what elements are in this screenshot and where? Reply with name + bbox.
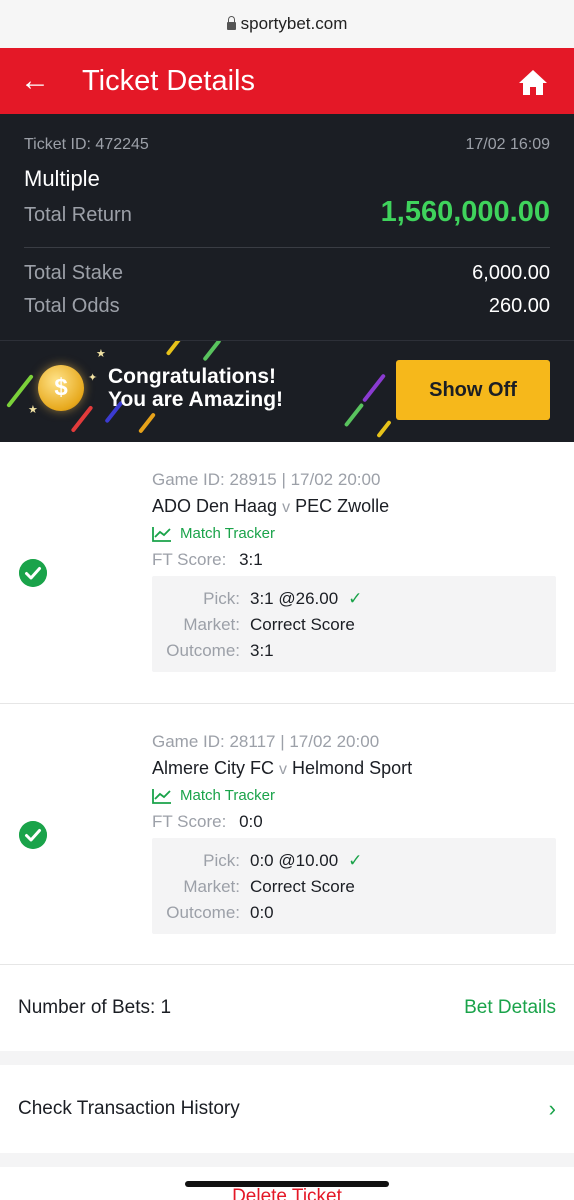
pick-label: Pick: <box>203 851 240 870</box>
show-off-button[interactable]: Show Off <box>396 360 550 420</box>
chart-line-icon <box>152 526 171 542</box>
match-tracker-label: Match Tracker <box>180 787 276 804</box>
ticket-id: Ticket ID: 472245 <box>24 136 149 153</box>
congrats-text: Congratulations! You are Amazing! <box>108 365 283 411</box>
outcome-value: 3:1 <box>250 641 274 660</box>
versus-label: v <box>279 761 288 778</box>
ticket-datetime: 17/02 16:09 <box>465 136 550 153</box>
check-mark-icon: ✓ <box>348 851 363 870</box>
transaction-history-label: Check Transaction History <box>18 1098 240 1119</box>
check-mark-icon: ✓ <box>348 589 363 608</box>
home-team: Almere City FC <box>152 758 275 778</box>
ft-score-value: 0:0 <box>239 812 263 831</box>
ft-score-label: FT Score: <box>152 812 227 831</box>
confetti-streak <box>138 412 156 434</box>
confetti-streak <box>343 402 365 428</box>
lock-icon <box>226 16 236 30</box>
check-circle-icon <box>19 821 47 849</box>
congrats-line-2: You are Amazing! <box>108 388 284 411</box>
outcome-label: Outcome: <box>166 903 240 922</box>
congrats-line-1: Congratulations! <box>108 365 276 388</box>
url-text: sportybet.com <box>240 14 348 33</box>
delete-ticket-button[interactable]: Delete Ticket <box>0 1186 574 1200</box>
market-row: Market: Correct Score <box>160 874 556 900</box>
pick-label: Pick: <box>203 589 240 608</box>
match-tracker-link[interactable]: Match Tracker <box>152 525 556 542</box>
ticket-summary: Ticket ID: 472245 17/02 16:09 Multiple T… <box>0 114 574 340</box>
outcome-label: Outcome: <box>166 641 240 660</box>
page-title: Ticket Details <box>82 64 255 97</box>
confetti-streak <box>361 373 387 403</box>
home-team: ADO Den Haag <box>152 496 278 516</box>
pick-value: 3:1 @26.00 <box>250 589 339 608</box>
page-header: ← Ticket Details <box>0 48 574 114</box>
ft-score-label: FT Score: <box>152 550 227 569</box>
sparkle-icon: ★ <box>28 404 38 416</box>
section-gap <box>0 1051 574 1065</box>
market-label: Market: <box>183 615 240 634</box>
total-return-label: Total Return <box>24 204 132 226</box>
home-indicator[interactable] <box>185 1181 389 1187</box>
ft-score-row: FT Score: 3:1 <box>152 550 556 570</box>
market-value: Correct Score <box>250 615 355 634</box>
chart-line-icon <box>152 788 171 804</box>
total-stake-value: 6,000.00 <box>472 262 550 284</box>
number-of-bets-row: Number of Bets: 1 Bet Details <box>0 965 574 1051</box>
pick-details: Pick: 0:0 @10.00 ✓ Market: Correct Score… <box>152 838 556 934</box>
section-gap <box>0 1153 574 1167</box>
versus-label: v <box>282 499 291 516</box>
bet-item: Game ID: 28915 | 17/02 20:00 ADO Den Haa… <box>0 442 574 703</box>
ticket-type: Multiple <box>24 166 100 191</box>
ft-score-value: 3:1 <box>239 550 263 569</box>
outcome-row: Outcome: 0:0 <box>160 900 556 926</box>
chevron-right-icon: › <box>548 1096 556 1121</box>
home-icon[interactable] <box>518 68 548 96</box>
pick-details: Pick: 3:1 @26.00 ✓ Market: Correct Score… <box>152 576 556 672</box>
total-stake-label: Total Stake <box>24 262 123 284</box>
total-odds-label: Total Odds <box>24 295 120 317</box>
away-team: PEC Zwolle <box>295 496 390 516</box>
confetti-streak <box>70 405 94 433</box>
pick-value: 0:0 @10.00 <box>250 851 339 870</box>
market-label: Market: <box>183 877 240 896</box>
ft-score-row: FT Score: 0:0 <box>152 812 556 832</box>
market-value: Correct Score <box>250 877 355 896</box>
confetti-streak <box>376 419 392 439</box>
sparkle-icon: ✦ <box>88 372 98 384</box>
game-id: Game ID: 28915 | 17/02 20:00 <box>152 470 381 489</box>
outcome-value: 0:0 <box>250 903 274 922</box>
bet-details-link[interactable]: Bet Details <box>464 997 556 1019</box>
game-id: Game ID: 28117 | 17/02 20:00 <box>152 732 380 751</box>
transaction-history-row[interactable]: Check Transaction History › <box>0 1065 574 1153</box>
back-arrow-icon[interactable]: ← <box>20 66 64 96</box>
check-circle-icon <box>19 559 47 587</box>
total-return-value: 1,560,000.00 <box>380 196 550 228</box>
match-teams[interactable]: Almere City FC v Helmond Sport <box>152 758 556 779</box>
match-tracker-label: Match Tracker <box>180 525 276 542</box>
match-tracker-link[interactable]: Match Tracker <box>152 787 556 804</box>
bet-item: Game ID: 28117 | 17/02 20:00 Almere City… <box>0 704 574 964</box>
summary-divider <box>24 247 550 248</box>
outcome-row: Outcome: 3:1 <box>160 638 556 664</box>
sparkle-icon: ★ <box>96 348 106 360</box>
pick-row: Pick: 3:1 @26.00 ✓ <box>160 586 556 612</box>
browser-url-bar[interactable]: sportybet.com <box>0 0 574 48</box>
coin-icon: $ <box>38 365 84 411</box>
pick-row: Pick: 0:0 @10.00 ✓ <box>160 848 556 874</box>
confetti-streak <box>202 341 222 362</box>
away-team: Helmond Sport <box>292 758 413 778</box>
confetti-streak <box>165 341 183 356</box>
number-of-bets: Number of Bets: 1 <box>18 997 172 1018</box>
congrats-banner: ★ ★ ✦ $ Congratulations! You are Amazing… <box>0 340 574 442</box>
market-row: Market: Correct Score <box>160 612 556 638</box>
match-teams[interactable]: ADO Den Haag v PEC Zwolle <box>152 496 556 517</box>
total-odds-value: 260.00 <box>488 295 550 317</box>
